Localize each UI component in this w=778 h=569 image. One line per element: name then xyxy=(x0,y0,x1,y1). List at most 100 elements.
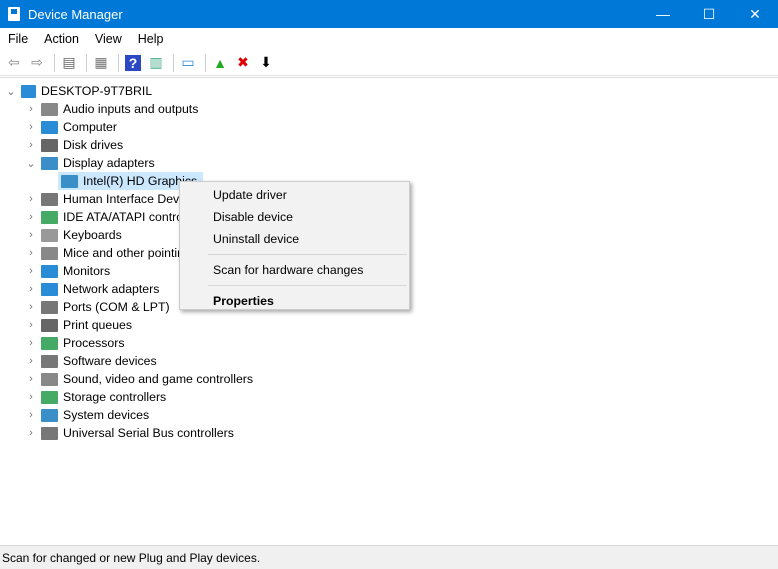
scan-hardware-button[interactable]: ▭ xyxy=(178,53,198,73)
chevron-right-icon[interactable]: › xyxy=(24,427,38,439)
device-category-icon xyxy=(41,318,58,332)
menu-separator xyxy=(208,285,407,286)
toolbar-separator xyxy=(118,53,119,72)
device-category-icon xyxy=(41,390,58,404)
back-icon: ⇦ xyxy=(8,54,20,70)
device-category-icon xyxy=(41,246,58,260)
menu-help[interactable]: Help xyxy=(130,32,172,46)
chevron-right-icon[interactable]: › xyxy=(24,337,38,349)
device-category-icon xyxy=(41,228,58,242)
tree-item[interactable]: › Sound, video and game controllers xyxy=(24,370,253,388)
tree-item-label: System devices xyxy=(63,408,150,422)
tree-item-label: Monitors xyxy=(63,264,111,278)
tree-item[interactable]: › Universal Serial Bus controllers xyxy=(24,424,234,442)
menu-item-update-driver[interactable]: Update driver xyxy=(180,184,409,206)
close-button[interactable]: ✕ xyxy=(732,0,778,28)
tree-item[interactable]: › Human Interface Devices xyxy=(24,190,201,208)
disable-icon: ⬇ xyxy=(260,54,272,70)
tree-item[interactable]: › Network adapters xyxy=(24,280,159,298)
tree-root[interactable]: ⌄ DESKTOP-9T7BRIL xyxy=(4,82,152,100)
device-manager-icon xyxy=(8,7,20,21)
uninstall-icon: ✖ xyxy=(237,54,249,70)
forward-icon: ⇨ xyxy=(31,54,43,70)
chevron-right-icon[interactable]: › xyxy=(24,265,38,277)
tree-item[interactable]: › Processors xyxy=(24,334,125,352)
chevron-right-icon[interactable]: › xyxy=(24,373,38,385)
menu-item-scan-hardware[interactable]: Scan for hardware changes xyxy=(180,259,409,281)
tree-item[interactable]: ⌄ Display adapters xyxy=(24,154,154,172)
tree-item[interactable]: › Disk drives xyxy=(24,136,123,154)
device-category-icon xyxy=(41,426,58,440)
menu-item-properties[interactable]: Properties xyxy=(180,290,409,312)
chevron-down-icon[interactable]: ⌄ xyxy=(4,85,18,98)
tree-item[interactable]: › Print queues xyxy=(24,316,132,334)
chevron-down-icon[interactable]: ⌄ xyxy=(24,157,38,170)
context-menu: Update driver Disable device Uninstall d… xyxy=(179,181,410,310)
chevron-right-icon[interactable]: › xyxy=(24,283,38,295)
tree-item[interactable]: › System devices xyxy=(24,406,149,424)
minimize-button[interactable]: — xyxy=(640,0,686,28)
scan-hardware-icon: ▭ xyxy=(181,54,195,70)
device-category-icon xyxy=(41,282,58,296)
device-category-icon xyxy=(41,192,58,206)
chevron-right-icon[interactable]: › xyxy=(24,121,38,133)
help-button[interactable]: ? xyxy=(123,53,143,73)
update-driver-button[interactable]: ▲ xyxy=(210,53,230,73)
device-category-icon xyxy=(41,138,58,152)
tree-item[interactable]: › Keyboards xyxy=(24,226,122,244)
chevron-right-icon[interactable]: › xyxy=(24,193,38,205)
properties-button[interactable]: ▦ xyxy=(91,53,111,73)
chevron-right-icon[interactable]: › xyxy=(24,391,38,403)
tree-item[interactable]: › Storage controllers xyxy=(24,388,166,406)
menu-file[interactable]: File xyxy=(0,32,36,46)
properties-icon: ▦ xyxy=(94,54,108,70)
device-category-icon xyxy=(41,300,58,314)
tree-item[interactable]: › Monitors xyxy=(24,262,110,280)
tree-item[interactable]: › Audio inputs and outputs xyxy=(24,100,198,118)
toolbar-separator xyxy=(173,53,174,72)
tree-item-label: Network adapters xyxy=(63,282,160,296)
chevron-right-icon[interactable]: › xyxy=(24,229,38,241)
tree-item[interactable]: › Ports (COM & LPT) xyxy=(24,298,170,316)
status-bar: Scan for changed or new Plug and Play de… xyxy=(0,545,778,569)
forward-button[interactable]: ⇨ xyxy=(27,53,47,73)
tree-item[interactable]: › Software devices xyxy=(24,352,157,370)
tree-item-label: Software devices xyxy=(63,354,157,368)
toolbar-separator xyxy=(86,53,87,72)
chevron-right-icon[interactable]: › xyxy=(24,355,38,367)
toolbar-separator xyxy=(205,53,206,72)
chevron-right-icon[interactable]: › xyxy=(24,139,38,151)
menu-action[interactable]: Action xyxy=(36,32,87,46)
menu-item-disable-device[interactable]: Disable device xyxy=(180,206,409,228)
disable-button[interactable]: ⬇ xyxy=(256,53,276,73)
computer-icon xyxy=(21,84,36,98)
tree-item-label: Processors xyxy=(63,336,125,350)
chevron-right-icon[interactable]: › xyxy=(24,409,38,421)
chevron-right-icon[interactable]: › xyxy=(24,319,38,331)
window-title: Device Manager xyxy=(28,6,123,22)
status-text: Scan for changed or new Plug and Play de… xyxy=(2,550,261,565)
uninstall-button[interactable]: ✖ xyxy=(233,53,253,73)
menu-item-uninstall-device[interactable]: Uninstall device xyxy=(180,228,409,250)
tree-item-label: Ports (COM & LPT) xyxy=(63,300,170,314)
display-adapter-icon xyxy=(61,174,78,188)
tree-item-label: Sound, video and game controllers xyxy=(63,372,254,386)
tree-item-label: Storage controllers xyxy=(63,390,167,404)
chevron-right-icon[interactable]: › xyxy=(24,301,38,313)
menu-bar: File Action View Help xyxy=(0,28,778,49)
tree-root-label: DESKTOP-9T7BRIL xyxy=(41,84,153,98)
device-category-icon xyxy=(41,264,58,278)
title-bar: Device Manager — ☐ ✕ xyxy=(0,0,778,28)
maximize-button[interactable]: ☐ xyxy=(686,0,732,28)
device-category-icon xyxy=(41,102,58,116)
device-category-icon xyxy=(41,372,58,386)
back-button[interactable]: ⇦ xyxy=(4,53,24,73)
action-pane-button[interactable]: ▥ xyxy=(146,53,166,73)
tree-item[interactable]: › Computer xyxy=(24,118,117,136)
chevron-right-icon[interactable]: › xyxy=(24,247,38,259)
console-tree-button[interactable]: ▤ xyxy=(59,53,79,73)
menu-view[interactable]: View xyxy=(87,32,130,46)
chevron-right-icon[interactable]: › xyxy=(24,103,38,115)
chevron-right-icon[interactable]: › xyxy=(24,211,38,223)
device-category-icon xyxy=(41,120,58,134)
